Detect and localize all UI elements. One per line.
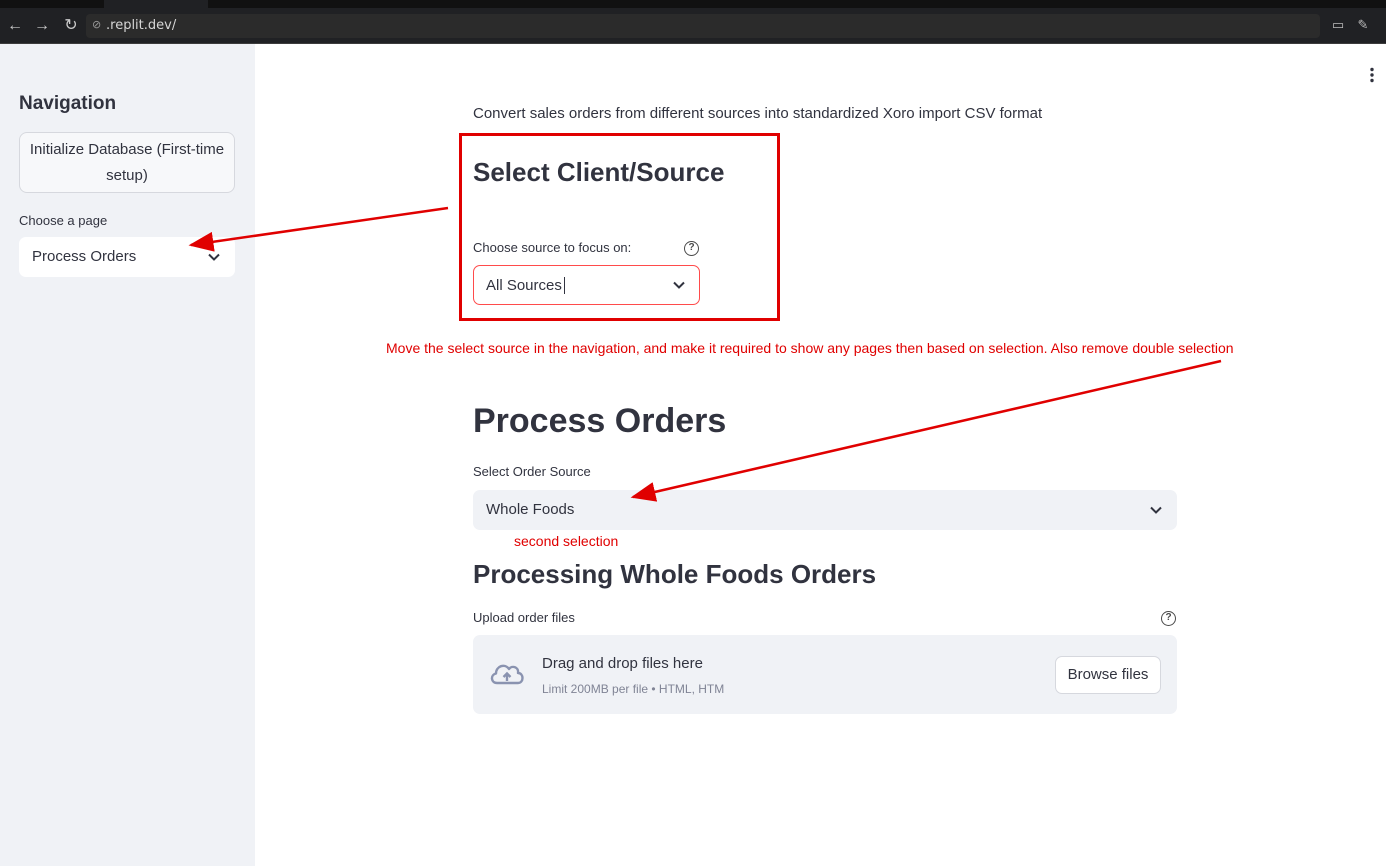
browse-files-button[interactable]: Browse files [1055, 656, 1161, 694]
file-dropzone[interactable]: Drag and drop files here Limit 200MB per… [473, 635, 1177, 714]
order-source-value: Whole Foods [486, 501, 575, 518]
focus-source-label: Choose source to focus on: [473, 240, 632, 255]
page-subtitle: Convert sales orders from different sour… [473, 105, 1043, 122]
link-icon: ⊘ [92, 19, 102, 31]
url-text: .replit.dev/ [106, 18, 177, 33]
annotation-note: Move the select source in the navigation… [386, 340, 1234, 356]
address-bar[interactable]: ⊘ .replit.dev/ [86, 14, 1320, 38]
select-source-heading: Select Client/Source [473, 157, 725, 187]
chevron-down-icon [208, 253, 220, 261]
page-select-value: Process Orders [32, 248, 137, 265]
tab-strip [0, 0, 1386, 8]
back-icon[interactable]: ← [5, 16, 25, 36]
sidebar-title: Navigation [19, 93, 117, 114]
active-tab[interactable] [104, 0, 208, 8]
annotation-note-second: second selection [514, 533, 619, 549]
reload-icon[interactable]: ↻ [61, 16, 81, 36]
page-title: Process Orders [473, 402, 727, 440]
upload-label: Upload order files [473, 610, 575, 625]
wrench-icon[interactable]: ✎ [1355, 17, 1371, 33]
chevron-down-icon [1150, 506, 1162, 514]
page-select[interactable]: Process Orders [19, 237, 235, 277]
order-source-label: Select Order Source [473, 464, 591, 479]
chevron-down-icon [673, 281, 685, 289]
focus-source-value: All Sources [486, 277, 565, 294]
dropzone-limit: Limit 200MB per file • HTML, HTM [542, 682, 725, 696]
help-icon[interactable]: ? [1161, 611, 1176, 626]
dropzone-title: Drag and drop files here [542, 655, 703, 672]
order-source-select[interactable]: Whole Foods [473, 490, 1177, 530]
choose-page-label: Choose a page [19, 213, 108, 228]
forward-icon[interactable]: → [32, 16, 52, 36]
cloud-upload-icon [490, 664, 524, 685]
devices-icon[interactable]: ▭ [1330, 17, 1346, 33]
processing-heading: Processing Whole Foods Orders [473, 559, 877, 589]
main-menu-icon[interactable] [1366, 67, 1378, 83]
initialize-database-button[interactable]: Initialize Database (First-time setup) [19, 132, 235, 193]
focus-source-select[interactable]: All Sources [473, 265, 700, 305]
browser-toolbar: ← → ↻ ⊘ .replit.dev/ ▭ ✎ [0, 0, 1386, 44]
help-icon[interactable]: ? [684, 241, 699, 256]
